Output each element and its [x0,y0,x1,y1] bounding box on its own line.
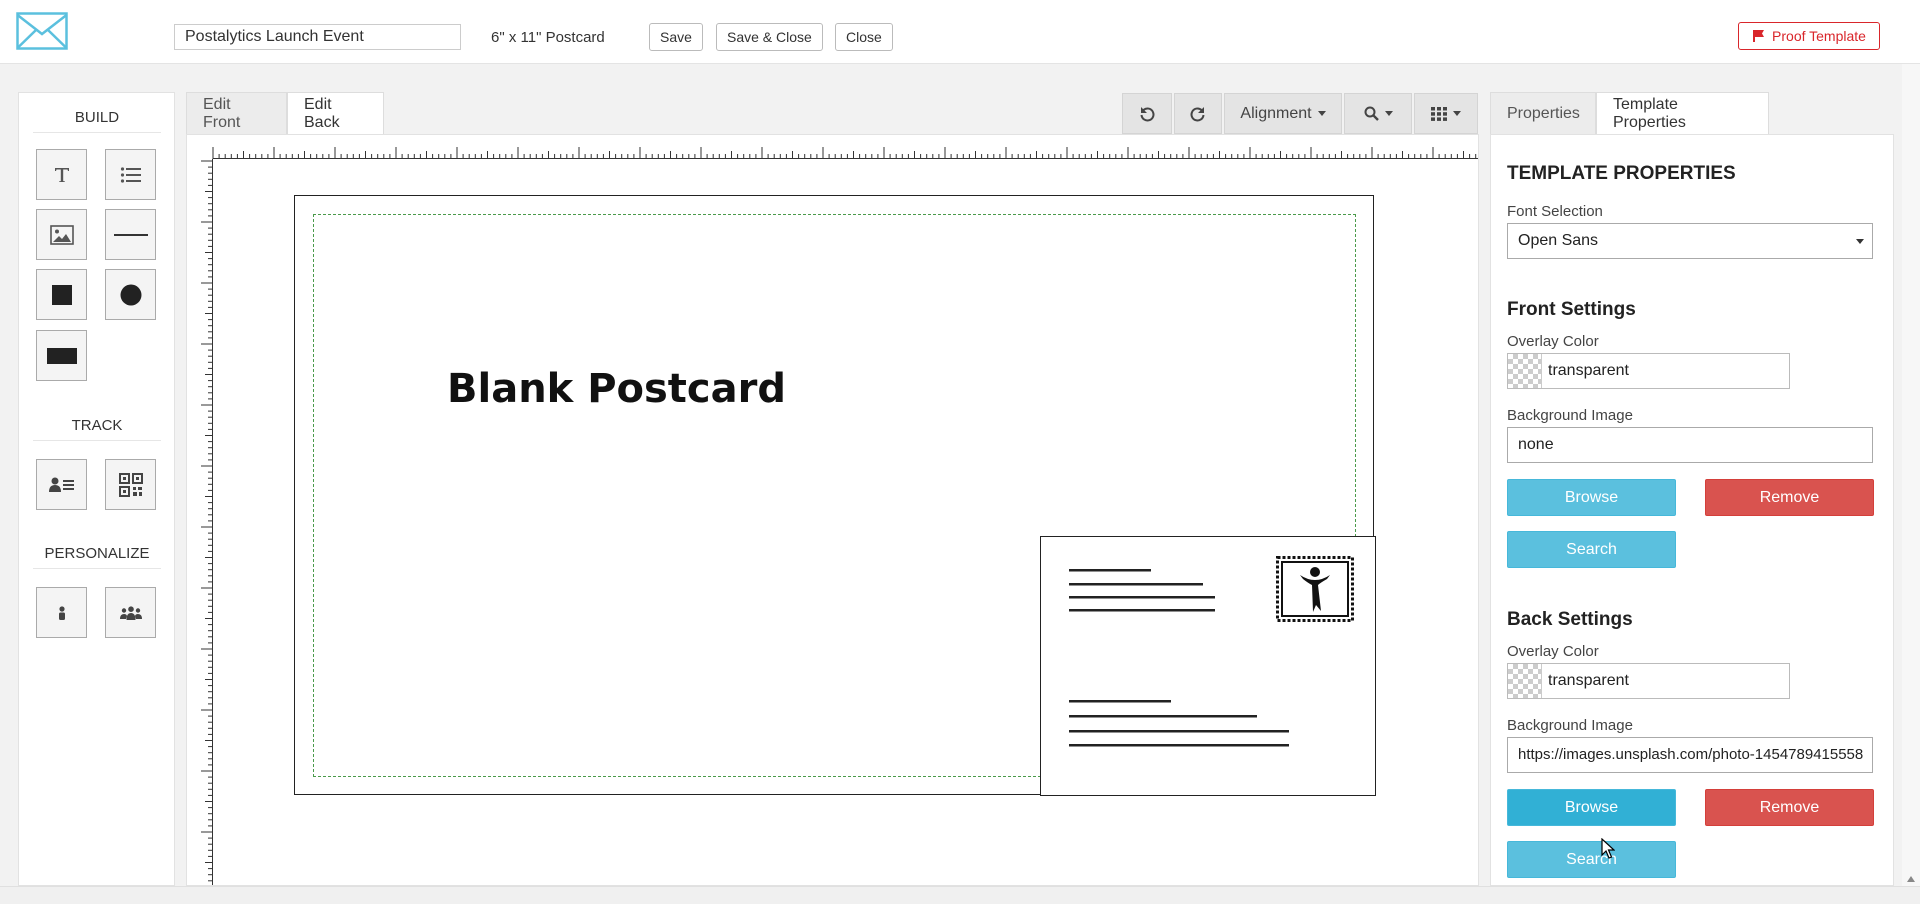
proof-template-label: Proof Template [1772,28,1866,44]
chevron-down-icon [1384,111,1393,116]
back-bg-image-field[interactable]: https://images.unsplash.com/photo-145478… [1507,737,1873,773]
grid-dropdown[interactable] [1414,93,1478,134]
stamp-icon [1276,556,1354,622]
save-close-button[interactable]: Save & Close [716,23,823,51]
save-button[interactable]: Save [649,23,703,51]
search-icon [1364,106,1379,121]
back-bg-label: Background Image [1507,717,1633,734]
redo-button[interactable] [1174,93,1222,134]
front-search-button[interactable]: Search [1507,531,1676,568]
template-name-input[interactable] [174,24,461,50]
list-tool[interactable] [105,149,156,200]
vertical-scrollbar[interactable] [1902,64,1920,886]
image-icon [49,224,74,245]
tab-edit-front[interactable]: Edit Front [186,92,287,134]
grid-icon [1431,106,1447,121]
font-selection-label: Font Selection [1507,203,1603,220]
front-overlay-color-field[interactable]: transparent [1507,353,1790,389]
chevron-down-icon [1453,111,1461,116]
line-tool[interactable] [105,209,156,260]
transparent-swatch[interactable] [1508,664,1542,698]
circle-icon [120,284,141,305]
undo-button[interactable] [1122,93,1172,134]
envelope-icon[interactable] [16,12,68,50]
image-tool[interactable] [36,209,87,260]
square-tool[interactable] [36,269,87,320]
alignment-dropdown[interactable]: Alignment [1224,93,1342,134]
person-icon [58,605,65,620]
text-icon [54,167,69,182]
horizontal-ruler [187,135,1478,159]
transparent-swatch[interactable] [1508,354,1542,388]
contact-card-tool[interactable] [36,459,87,510]
postcard-back[interactable]: Blank Postcard [294,195,1376,796]
vertical-ruler [187,159,213,885]
tab-template-properties[interactable]: Template Properties [1596,92,1769,134]
personalize-section-title: PERSONALIZE [33,545,161,569]
list-icon [120,166,141,183]
text-tool[interactable] [36,149,87,200]
back-remove-button[interactable]: Remove [1705,789,1874,826]
tab-edit-back[interactable]: Edit Back [287,92,384,134]
front-overlay-value: transparent [1548,362,1629,379]
qr-code-tool[interactable] [105,459,156,510]
chevron-down-icon [1856,239,1864,244]
front-bg-image-field[interactable]: none [1507,427,1873,463]
flag-icon [1753,30,1765,42]
mouse-cursor-icon [1601,838,1615,859]
track-section-title: TRACK [33,417,161,441]
postcard-title-text[interactable]: Blank Postcard [447,366,786,412]
proof-template-button[interactable]: Proof Template [1738,22,1880,50]
build-section-title: BUILD [33,109,161,133]
close-button[interactable]: Close [835,23,893,51]
tab-properties[interactable]: Properties [1490,92,1596,134]
single-person-tool[interactable] [36,587,87,638]
undo-icon [1140,106,1155,121]
template-properties-heading: TEMPLATE PROPERTIES [1507,163,1736,184]
design-canvas[interactable]: Blank Postcard [186,134,1479,886]
group-icon [119,605,142,620]
template-properties-panel: TEMPLATE PROPERTIES Font Selection Open … [1490,134,1894,886]
alignment-label: Alignment [1240,104,1312,122]
font-selection-value: Open Sans [1518,232,1599,249]
front-overlay-label: Overlay Color [1507,333,1599,350]
back-overlay-value: transparent [1548,672,1629,689]
font-selection-select[interactable]: Open Sans [1507,223,1873,259]
chevron-down-icon [1317,111,1326,116]
top-bar: 6" x 11" Postcard Save Save & Close Clos… [0,0,1920,64]
front-remove-button[interactable]: Remove [1705,479,1874,516]
square-icon [51,284,72,305]
back-settings-title: Back Settings [1507,609,1633,630]
back-overlay-label: Overlay Color [1507,643,1599,660]
scroll-arrows [1907,876,1915,882]
front-settings-title: Front Settings [1507,299,1636,320]
circle-tool[interactable] [105,269,156,320]
zoom-dropdown[interactable] [1344,93,1412,134]
back-browse-button[interactable]: Browse [1507,789,1676,826]
horizontal-scrollbar[interactable] [0,886,1920,904]
front-bg-label: Background Image [1507,407,1633,424]
rectangle-tool[interactable] [36,330,87,381]
address-block[interactable] [1040,536,1376,796]
build-panel: BUILD TRACK PERSONALIZE [18,92,175,886]
postcard-size-label: 6" x 11" Postcard [491,29,605,46]
rectangle-icon [46,347,77,364]
front-browse-button[interactable]: Browse [1507,479,1676,516]
line-icon [113,233,148,236]
back-overlay-color-field[interactable]: transparent [1507,663,1790,699]
back-search-button[interactable]: Search [1507,841,1676,878]
contact-card-icon [48,477,74,492]
qr-code-icon [118,472,143,497]
redo-icon [1190,106,1205,121]
group-tool[interactable] [105,587,156,638]
